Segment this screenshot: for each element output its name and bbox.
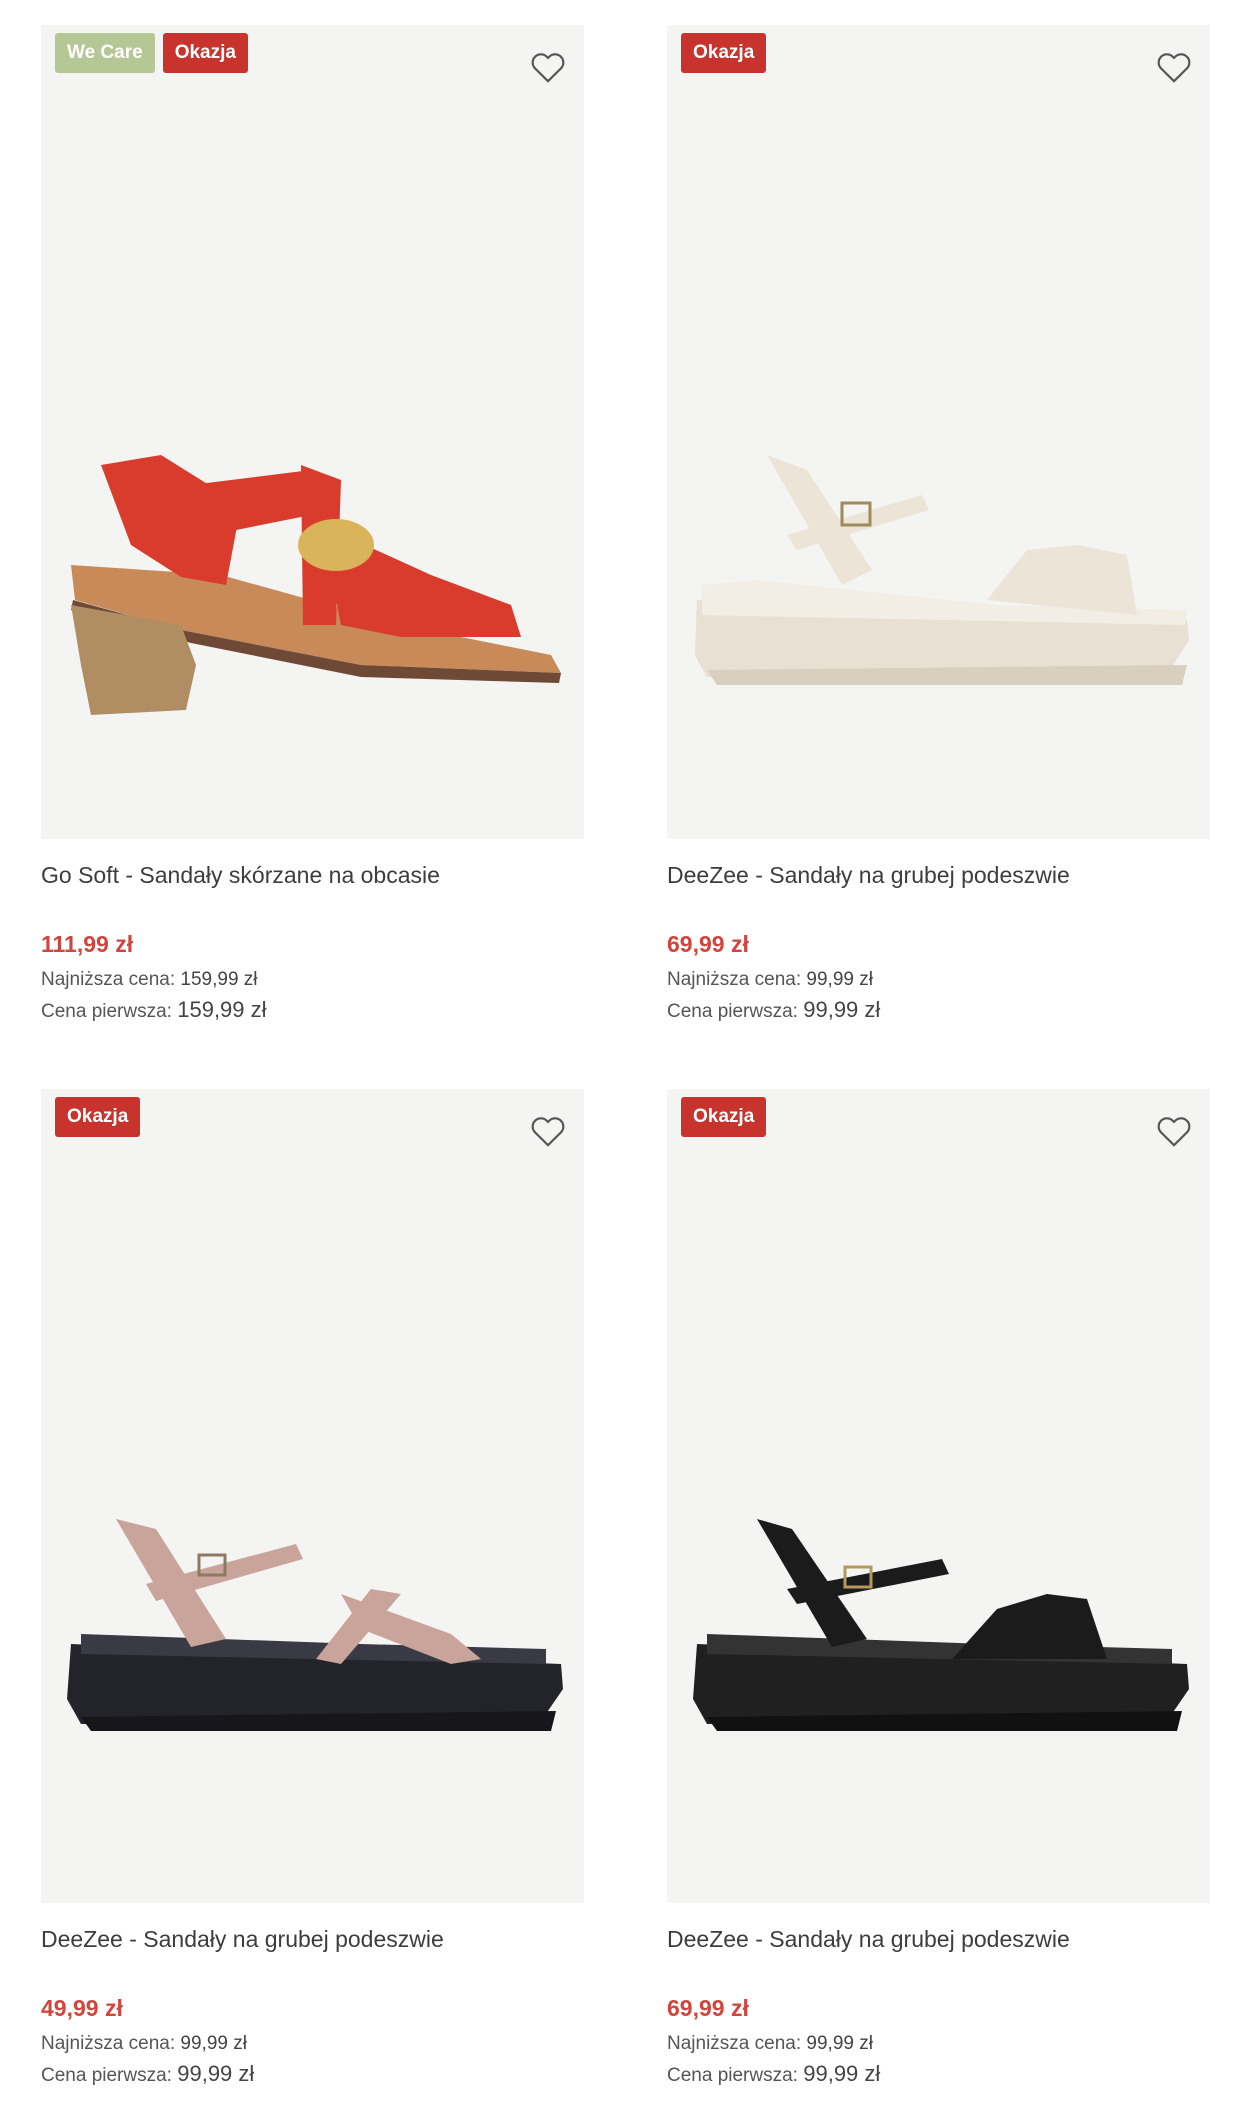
product-card[interactable]: Okazja DeeZee - Sandały na grubej podesz… (41, 1089, 584, 2089)
lowest-price-row: Najniższa cena: 99,99 zł (667, 965, 1210, 995)
product-price: 49,99 zł (41, 1995, 123, 2021)
first-price-row: Cena pierwsza: 99,99 zł (41, 2059, 584, 2089)
first-price-value: 159,99 zł (177, 997, 267, 1022)
first-price-row: Cena pierwsza: 159,99 zł (41, 995, 584, 1025)
badge-group: Okazja (681, 33, 767, 73)
lowest-price-row: Najniższa cena: 99,99 zł (667, 2029, 1210, 2059)
lowest-price-value: 99,99 zł (806, 2033, 873, 2054)
product-card[interactable]: Okazja DeeZee - Sandały na grubej podesz… (667, 25, 1210, 1025)
cream-platform-sandal-image (695, 455, 1189, 685)
product-title[interactable]: DeeZee - Sandały na grubej podeszwie (667, 859, 1210, 891)
deal-badge: Okazja (55, 1097, 141, 1137)
product-price: 111,99 zł (41, 931, 134, 957)
lowest-price-label: Najniższa cena: (667, 969, 802, 990)
first-price-value: 99,99 zł (177, 2061, 255, 2086)
first-price-label: Cena pierwsza: (41, 2065, 172, 2086)
badge-group: We Care Okazja (55, 33, 248, 73)
product-price: 69,99 zł (667, 1995, 749, 2021)
lowest-price-value: 159,99 zł (180, 969, 258, 990)
badge-group: Okazja (681, 1097, 767, 1137)
product-image[interactable]: Okazja (667, 25, 1210, 839)
product-image[interactable]: Okazja (667, 1089, 1210, 1903)
badge-group: Okazja (55, 1097, 141, 1137)
pink-platform-sandal-image (67, 1519, 563, 1731)
lowest-price-label: Najniższa cena: (41, 2033, 176, 2054)
product-title[interactable]: DeeZee - Sandały na grubej podeszwie (41, 1923, 584, 1955)
product-card[interactable]: Okazja DeeZee - Sandały na grubej podesz… (667, 1089, 1210, 2089)
first-price-label: Cena pierwsza: (667, 1001, 798, 1022)
first-price-value: 99,99 zł (803, 997, 881, 1022)
lowest-price-label: Najniższa cena: (41, 969, 176, 990)
first-price-label: Cena pierwsza: (41, 1001, 172, 1022)
first-price-label: Cena pierwsza: (667, 2065, 798, 2086)
product-card[interactable]: We Care Okazja Go Soft - Sandały skórzan… (41, 25, 584, 1025)
first-price-row: Cena pierwsza: 99,99 zł (667, 2059, 1210, 2089)
heart-outline-icon[interactable] (528, 47, 568, 87)
product-image[interactable]: Okazja (41, 1089, 584, 1903)
heart-outline-icon[interactable] (528, 1111, 568, 1151)
lowest-price-value: 99,99 zł (806, 969, 873, 990)
deal-badge: Okazja (681, 1097, 767, 1137)
heart-outline-icon[interactable] (1154, 47, 1194, 87)
deal-badge: Okazja (681, 33, 767, 73)
we-care-badge: We Care (55, 33, 155, 73)
black-platform-sandal-image (693, 1519, 1189, 1731)
red-heeled-sandal-image (71, 455, 561, 715)
product-image[interactable]: We Care Okazja (41, 25, 584, 839)
product-title[interactable]: Go Soft - Sandały skórzane na obcasie (41, 859, 584, 891)
lowest-price-value: 99,99 zł (180, 2033, 247, 2054)
first-price-value: 99,99 zł (803, 2061, 881, 2086)
lowest-price-label: Najniższa cena: (667, 2033, 802, 2054)
deal-badge: Okazja (162, 33, 248, 73)
product-title[interactable]: DeeZee - Sandały na grubej podeszwie (667, 1923, 1210, 1955)
first-price-row: Cena pierwsza: 99,99 zł (667, 995, 1210, 1025)
heart-outline-icon[interactable] (1154, 1111, 1194, 1151)
product-price: 69,99 zł (667, 931, 749, 957)
lowest-price-row: Najniższa cena: 99,99 zł (41, 2029, 584, 2059)
lowest-price-row: Najniższa cena: 159,99 zł (41, 965, 584, 995)
